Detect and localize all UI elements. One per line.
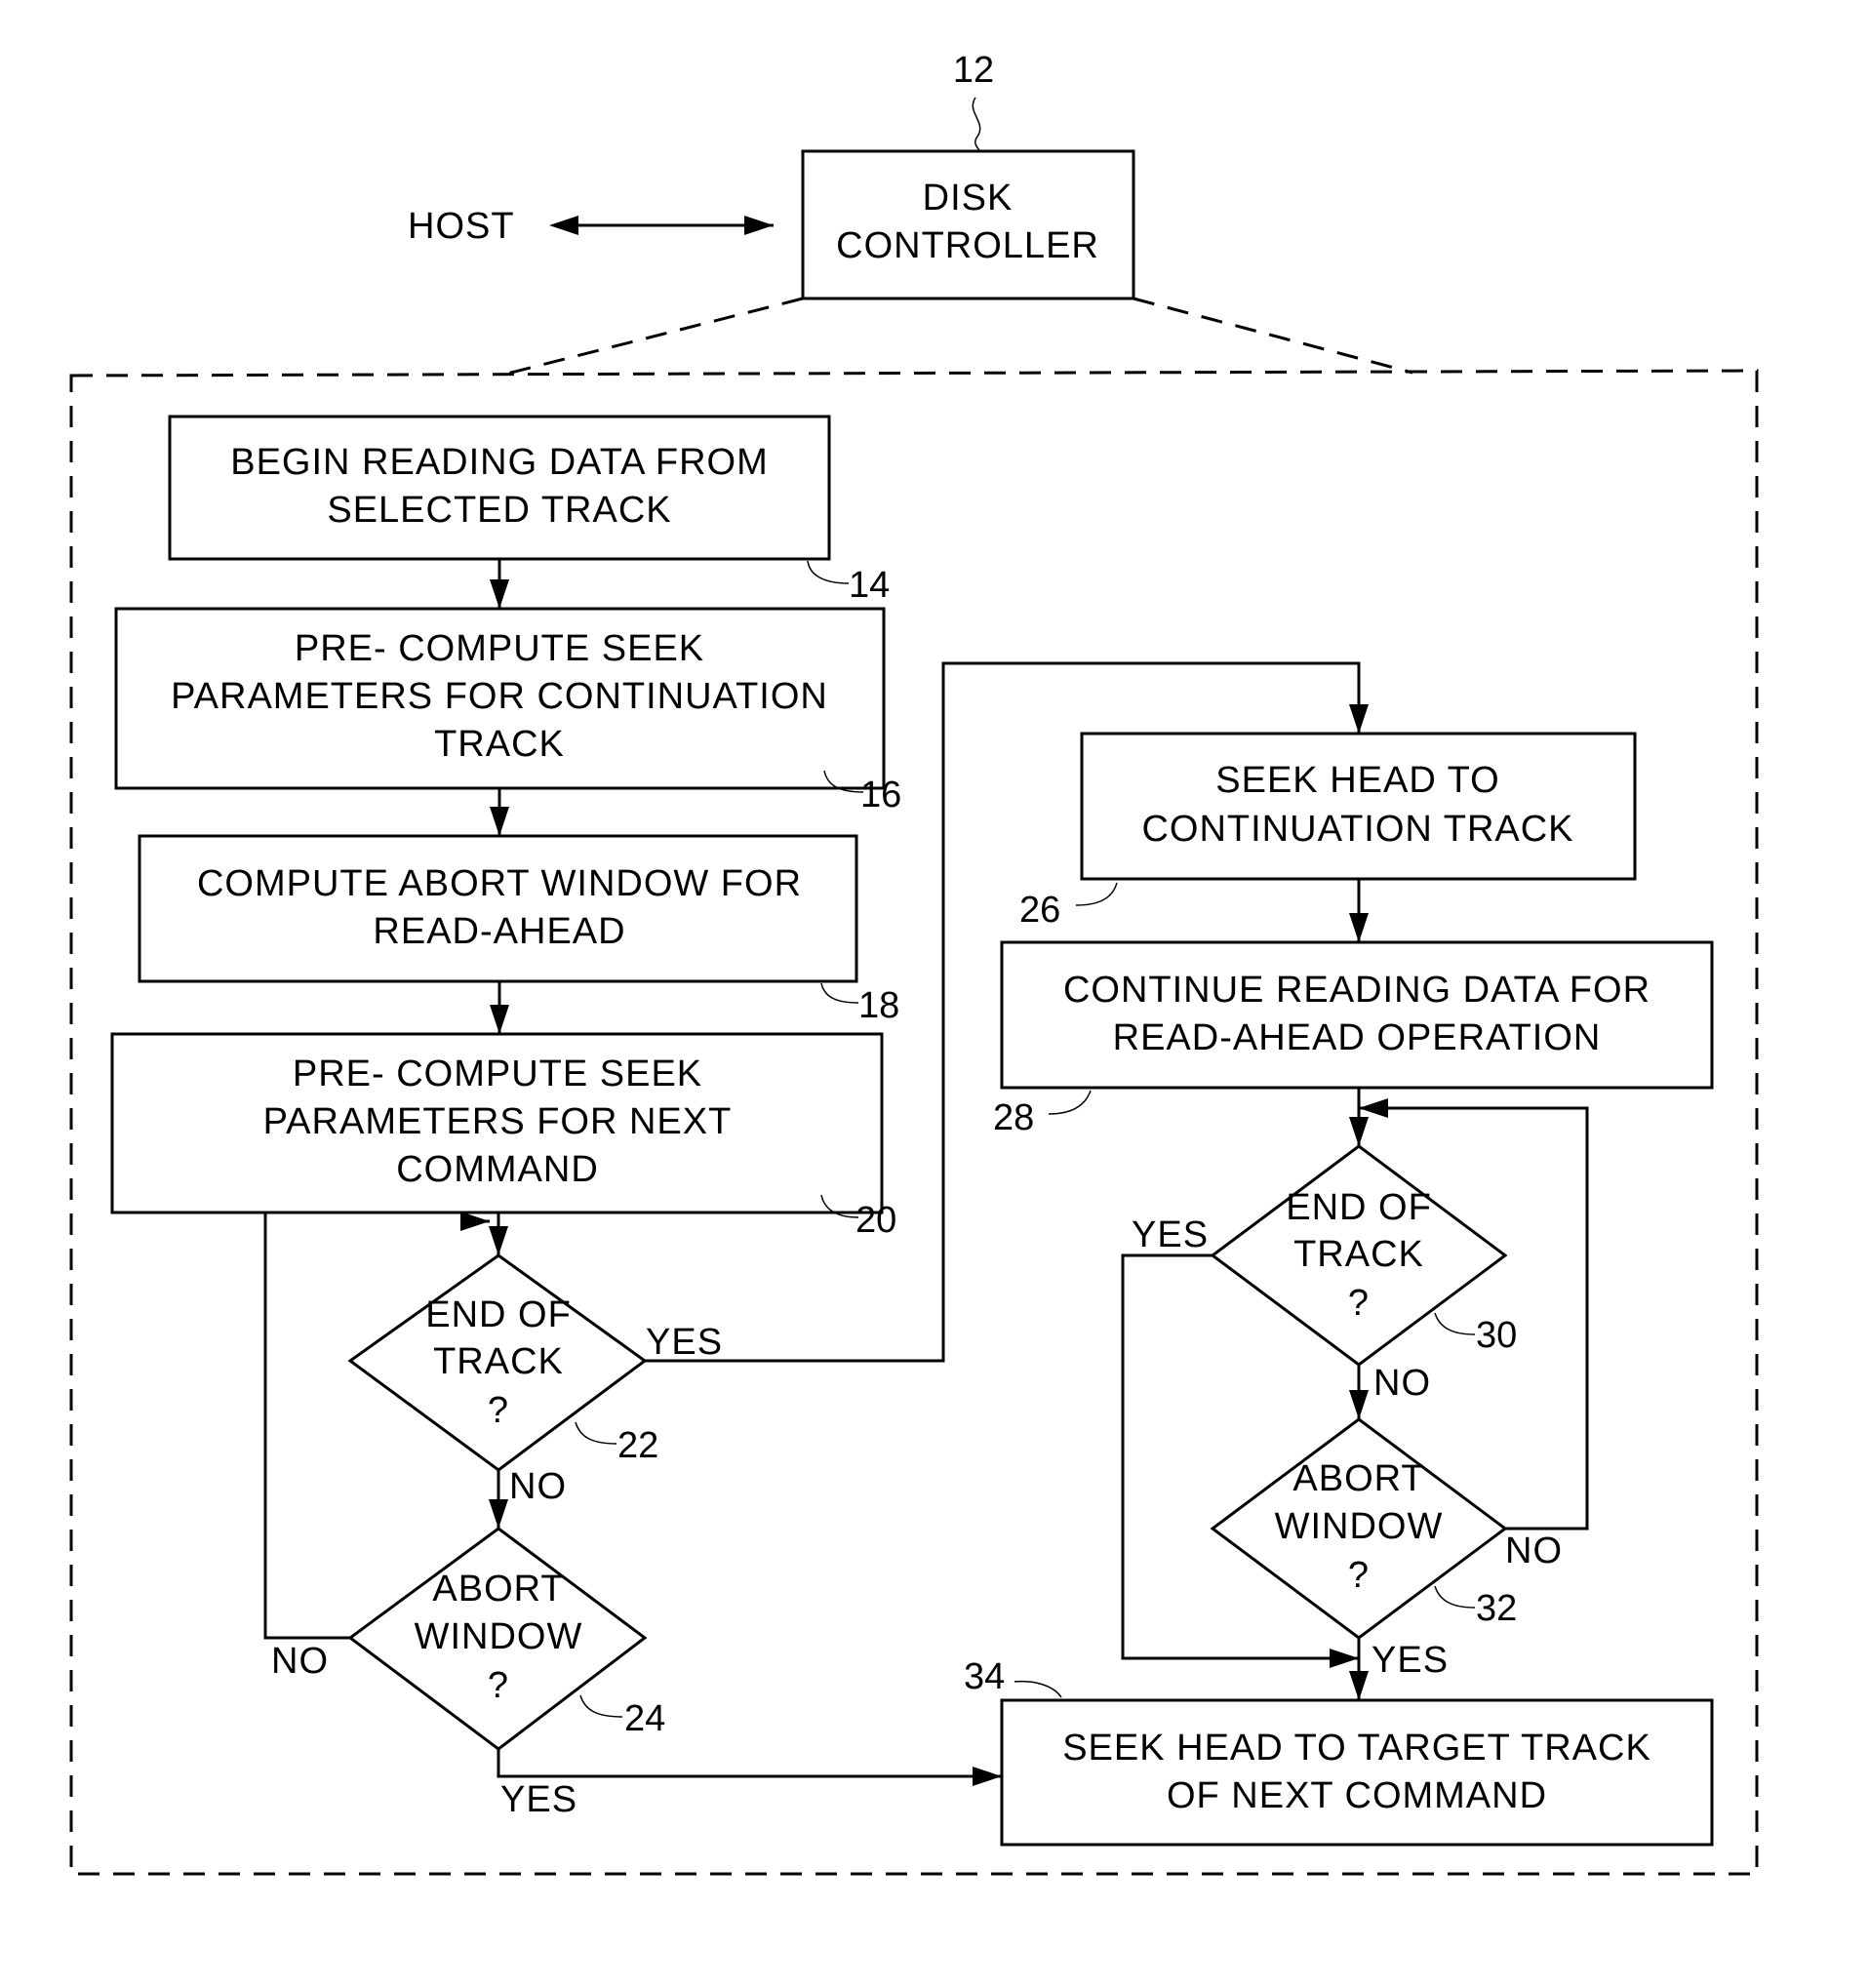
decision-32-line-3: ? [1348,1555,1370,1596]
step-20-line-2: PARAMETERS FOR NEXT [263,1101,733,1142]
ref-label-28: 28 [993,1097,1034,1138]
decision-24-no-label: NO [271,1641,329,1682]
step-14-line-2: SELECTED TRACK [327,490,671,531]
ref-label-18: 18 [858,985,899,1026]
decision-24-yes-label: YES [500,1779,577,1820]
step-34-line-1: SEEK HEAD TO TARGET TRACK [1062,1728,1651,1769]
flowchart: 12 DISK CONTROLLER HOST BEGIN READING DA… [69,50,1759,1876]
leader-line-32 [1434,1585,1476,1609]
step-34-line-2: OF NEXT COMMAND [1167,1775,1547,1816]
decision-30-line-2: TRACK [1293,1234,1424,1275]
ref-label-12: 12 [953,50,994,91]
step-28-line-2: READ-AHEAD OPERATION [1113,1017,1602,1058]
ref-label-24: 24 [624,1698,665,1739]
ref-label-14: 14 [849,565,890,606]
decision-24-line-2: WINDOW [415,1616,583,1657]
step-16-line-1: PRE- COMPUTE SEEK [295,628,704,669]
decision-32-line-1: ABORT [1292,1458,1424,1499]
ref-label-22: 22 [617,1425,658,1466]
decision-22-yes-label: YES [646,1322,723,1363]
decision-30-yes-label: YES [1132,1214,1209,1255]
leader-line-14 [807,560,850,584]
disk-controller-line-2: CONTROLLER [836,225,1099,266]
decision-22-no-label: NO [509,1466,567,1507]
step-18-line-1: COMPUTE ABORT WINDOW FOR [197,863,802,904]
decision-24-line-1: ABORT [432,1569,564,1610]
leader-line-24 [579,1694,623,1718]
expansion-line-left [498,297,804,378]
step-16-line-2: PARAMETERS FOR CONTINUATION [171,676,828,717]
ref-label-16: 16 [860,775,901,815]
decision-30-no-label: NO [1373,1363,1431,1404]
step-28-line-1: CONTINUE READING DATA FOR [1063,970,1650,1011]
leader-line-34 [1014,1680,1062,1698]
disk-controller-line-1: DISK [923,178,1014,219]
step-18-compute-abort-window [138,834,858,983]
leader-line-28 [1048,1090,1092,1115]
decision-32-yes-label: YES [1372,1640,1449,1681]
step-20-line-1: PRE- COMPUTE SEEK [293,1054,702,1094]
leader-line-22 [575,1421,617,1445]
ref-label-26: 26 [1019,890,1060,931]
step-18-line-2: READ-AHEAD [373,911,625,952]
arrow-24-no-loop [263,1213,350,1640]
step-28-continue-reading [1000,940,1714,1090]
decision-32-no-label: NO [1505,1531,1563,1571]
leader-line-12 [972,97,981,152]
step-26-seek-continuation [1080,732,1637,881]
step-20-line-3: COMMAND [396,1149,599,1190]
decision-22-line-1: END OF [425,1294,572,1335]
step-34-seek-target-track [1000,1698,1714,1847]
ref-label-32: 32 [1476,1588,1517,1629]
ref-label-30: 30 [1476,1315,1517,1356]
step-14-begin-reading [168,415,831,561]
step-14-line-1: BEGIN READING DATA FROM [230,442,769,483]
decision-24-line-3: ? [488,1665,509,1706]
leader-line-30 [1434,1312,1476,1335]
step-16-line-3: TRACK [434,724,565,765]
decision-30-line-1: END OF [1286,1187,1432,1228]
decision-22-line-3: ? [488,1390,509,1431]
decision-30-line-3: ? [1348,1283,1370,1324]
decision-32-line-2: WINDOW [1275,1506,1444,1547]
decision-22-line-2: TRACK [433,1341,564,1382]
step-26-line-2: CONTINUATION TRACK [1141,809,1573,850]
arrow-24-yes-to-34 [497,1749,1002,1786]
leader-line-26 [1075,882,1118,906]
ref-label-20: 20 [855,1200,896,1241]
expansion-line-right [1133,297,1413,375]
host-label: HOST [408,206,515,247]
leader-line-18 [820,982,859,1004]
step-26-line-1: SEEK HEAD TO [1215,760,1499,801]
ref-label-34: 34 [964,1656,1005,1697]
